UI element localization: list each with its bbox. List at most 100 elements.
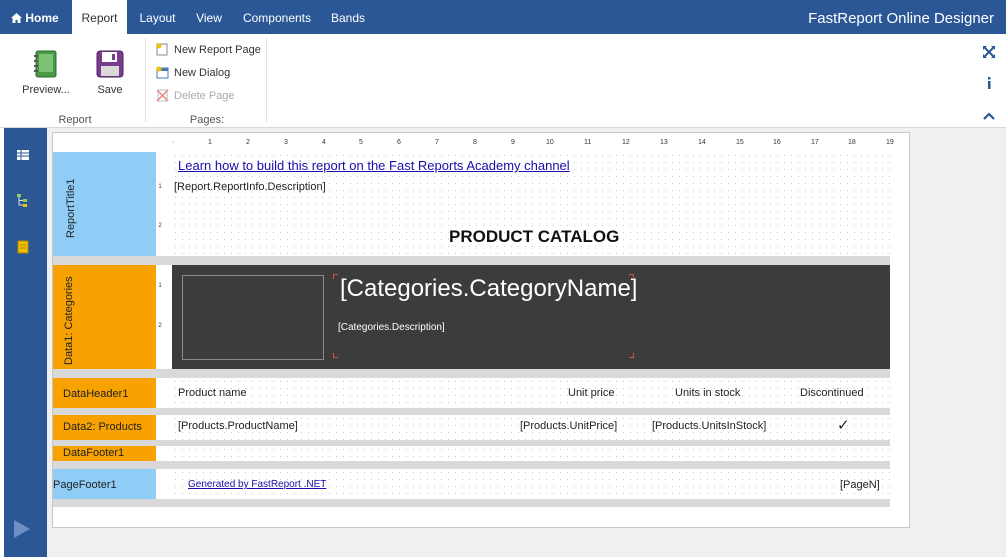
band-label-text: ReportTitle1 [65, 178, 77, 238]
ruler-mark: 11 [584, 139, 592, 146]
new-dialog-icon [156, 66, 169, 79]
band-label-data2[interactable]: Data2: Products [53, 415, 156, 440]
report-heading[interactable]: PRODUCT CATALOG [449, 227, 619, 247]
fullscreen-icon[interactable] [983, 46, 995, 58]
category-picture[interactable] [182, 275, 324, 360]
report-tree-icon[interactable] [16, 193, 30, 207]
left-ruler-mark: 1 [158, 184, 162, 190]
band-label-text: PageFooter1 [53, 479, 117, 491]
band-data-header[interactable]: Product name Unit price Units in stock D… [172, 378, 890, 408]
band-label-data-footer[interactable]: DataFooter1 [53, 446, 156, 461]
tab-view[interactable]: View [188, 0, 230, 34]
new-dialog-button[interactable]: New Dialog [154, 64, 230, 82]
pages-group-label: Pages: [189, 114, 225, 126]
delete-page-label: Delete Page [174, 90, 235, 102]
band-label-text: DataFooter1 [63, 447, 125, 459]
ruler-mark: 4 [322, 139, 326, 146]
band-data-footer[interactable] [172, 446, 890, 461]
band-report-title[interactable]: Learn how to build this report on the Fa… [172, 152, 890, 256]
band-separator [53, 461, 890, 469]
info-icon[interactable] [986, 77, 992, 89]
left-sidebar [4, 128, 47, 557]
band-data2[interactable]: [Products.ProductName] [Products.UnitPri… [172, 415, 890, 440]
ruler-mark: 2 [246, 139, 250, 146]
selection-corner [333, 353, 338, 358]
band-separator [53, 256, 890, 265]
report-description-field[interactable]: [Report.ReportInfo.Description] [174, 181, 326, 193]
collapse-ribbon-icon[interactable] [983, 112, 995, 120]
ruler-mark: 19 [886, 139, 894, 146]
band-separator [53, 369, 890, 378]
ruler-mark: 8 [473, 139, 477, 146]
band-label-report-title[interactable]: ReportTitle1 [53, 152, 156, 256]
data-dictionary-icon[interactable] [16, 240, 30, 254]
band-label-text: Data2: Products [63, 421, 142, 433]
preview-label: Preview... [22, 84, 70, 96]
band-page-footer[interactable]: Generated by FastReport .NET [PageN] [172, 469, 890, 499]
report-group-label: Report [58, 114, 92, 126]
preview-icon [34, 50, 57, 78]
new-report-page-label: New Report Page [174, 44, 261, 56]
save-button[interactable]: Save [88, 50, 132, 96]
band-label-page-footer[interactable]: PageFooter1 [53, 469, 156, 499]
page-number-field[interactable]: [PageN] [840, 479, 880, 491]
band-separator [53, 408, 890, 415]
left-ruler-mark: 2 [158, 323, 162, 329]
ribbon-toolbar: Preview... Save Report New Report Page N… [0, 34, 1006, 128]
band-label-text: Data1: Categories [63, 276, 75, 365]
save-icon [96, 50, 124, 78]
delete-page-button[interactable]: Delete Page [154, 87, 235, 105]
category-name-field[interactable]: [Categories.CategoryName] [340, 275, 637, 303]
selection-corner [629, 274, 634, 279]
units-in-stock-field[interactable]: [Products.UnitsInStock] [652, 420, 766, 432]
ruler-origin: · [172, 139, 175, 146]
left-ruler-mark: 1 [158, 283, 162, 289]
discontinued-checkbox[interactable]: ✓ [837, 416, 850, 434]
academy-link[interactable]: Learn how to build this report on the Fa… [178, 158, 570, 173]
left-ruler-mark: 2 [158, 223, 162, 229]
band-label-text: DataHeader1 [63, 388, 129, 400]
top-menu-bar: Home Report Layout View Components Bands… [0, 0, 1006, 34]
ruler-mark: 12 [622, 139, 630, 146]
properties-icon[interactable] [16, 148, 30, 162]
unit-price-field[interactable]: [Products.UnitPrice] [520, 420, 617, 432]
preview-button[interactable]: Preview... [14, 50, 78, 96]
product-name-field[interactable]: [Products.ProductName] [178, 420, 298, 432]
ruler-mark: 1 [208, 139, 212, 146]
ruler-mark: 13 [660, 139, 668, 146]
tab-report[interactable]: Report [72, 0, 127, 34]
new-report-page-button[interactable]: New Report Page [154, 41, 261, 59]
app-title: FastReport Online Designer [808, 10, 994, 27]
tab-bands[interactable]: Bands [322, 0, 374, 34]
column-header-units-in-stock[interactable]: Units in stock [675, 387, 740, 399]
tab-layout[interactable]: Layout [130, 0, 185, 34]
category-description-field[interactable]: [Categories.Description] [338, 322, 445, 333]
column-header-product-name[interactable]: Product name [178, 387, 246, 399]
selection-corner [333, 274, 338, 279]
new-dialog-label: New Dialog [174, 67, 231, 79]
generated-by-link[interactable]: Generated by FastReport .NET [188, 479, 326, 490]
tab-home-label: Home [25, 11, 59, 25]
tab-home[interactable]: Home [0, 0, 70, 34]
new-page-icon [156, 43, 168, 56]
ribbon-separator [266, 38, 267, 122]
home-icon [11, 13, 23, 23]
ruler-mark: 16 [773, 139, 781, 146]
column-header-discontinued[interactable]: Discontinued [800, 387, 864, 399]
tab-components[interactable]: Components [234, 0, 320, 34]
ruler-mark: 10 [546, 139, 554, 146]
band-label-data1[interactable]: Data1: Categories [53, 265, 156, 369]
ruler-mark: 17 [811, 139, 819, 146]
expand-panel-icon[interactable] [14, 520, 30, 538]
save-label: Save [97, 84, 123, 96]
column-header-unit-price[interactable]: Unit price [568, 387, 614, 399]
band-label-data-header[interactable]: DataHeader1 [53, 378, 156, 408]
ruler-mark: 7 [435, 139, 439, 146]
ruler-mark: 6 [397, 139, 401, 146]
band-separator [53, 499, 890, 507]
ruler-mark: 5 [359, 139, 363, 146]
ruler-mark: 18 [848, 139, 856, 146]
ruler-mark: 14 [698, 139, 706, 146]
ribbon-separator [145, 38, 146, 122]
band-data1[interactable]: [Categories.CategoryName] [Categories.De… [172, 265, 890, 369]
